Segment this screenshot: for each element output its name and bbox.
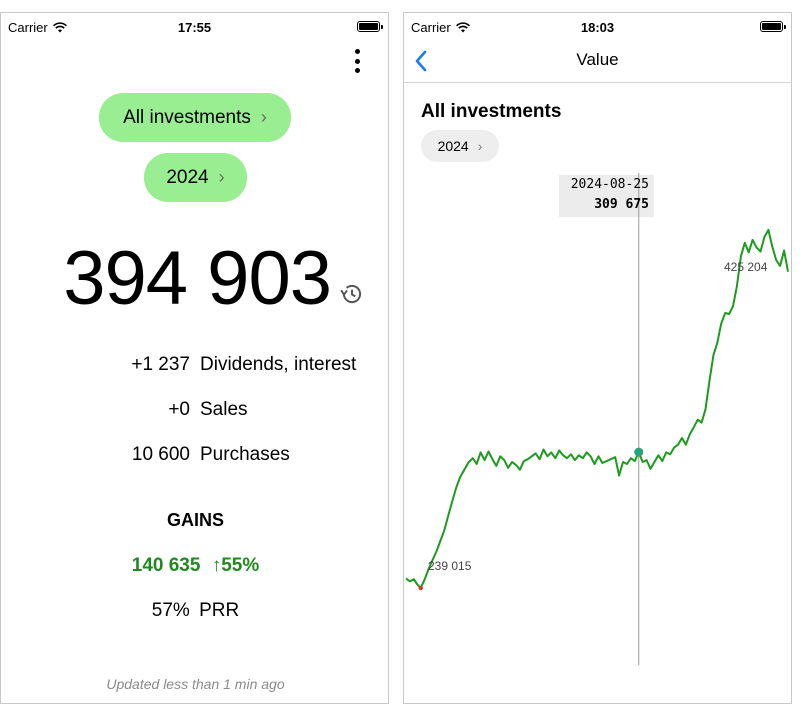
sales-value: +0 [168,399,190,420]
purchases-row: 10 600 Purchases [1,444,388,468]
tooltip-value: 309 675 [594,197,649,212]
updated-text: Updated less than 1 min ago [106,676,285,692]
prr-row: 57% PRR [1,600,388,622]
scope-label: All investments [123,106,251,128]
status-time: 17:55 [177,20,212,35]
min-value-label: 239 015 [428,559,472,573]
arrow-up-icon: ↑ [211,555,222,576]
prr-label: PRR [199,600,240,621]
value-line-chart[interactable] [404,13,792,704]
selected-point-marker[interactable] [634,447,644,457]
min-point-marker [418,585,423,591]
year-label: 2024 [166,166,209,188]
chevron-right-icon: › [260,107,267,127]
more-vertical-icon[interactable] [352,49,362,73]
dividends-row: +1 237 Dividends, interest [1,354,388,378]
sales-row: +0 Sales [1,399,388,423]
gains-percent: 55% [221,555,260,576]
sales-label: Sales [200,399,248,420]
prr-value: 57% [151,600,190,621]
scope-selector-button[interactable]: All investments › [99,93,291,142]
gains-row: 140 635 ↑55% [1,555,388,577]
gains-value: 140 635 [131,555,201,576]
summary-screen: Carrier 17:55 All investments › 2024 › 3… [0,12,389,704]
dividends-label: Dividends, interest [200,354,357,375]
year-selector-button[interactable]: 2024 › [144,153,247,202]
purchases-value: 10 600 [131,444,190,465]
series-line [405,228,789,589]
purchases-label: Purchases [200,444,290,465]
total-value: 394 903 [63,236,332,321]
max-value-label: 425 204 [724,260,768,274]
status-bar: Carrier 17:55 [1,13,388,41]
value-chart-screen: Carrier 18:03 Value All investments 2024… [403,12,792,704]
dividends-value: +1 237 [131,354,190,375]
gains-title: GAINS [166,510,224,530]
battery-icon [357,21,383,32]
chevron-right-icon: › [218,167,225,187]
tooltip-date: 2024-08-25 [570,177,649,192]
history-icon[interactable] [339,281,365,307]
